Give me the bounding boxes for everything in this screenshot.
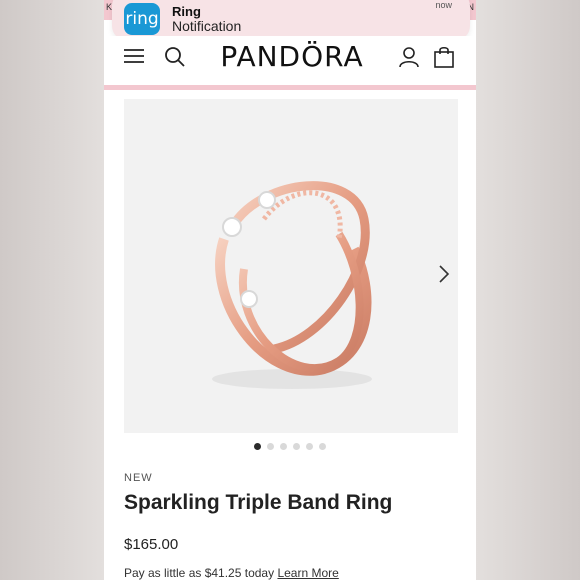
product-price: $165.00: [124, 536, 179, 553]
notification-time: now: [435, 0, 452, 10]
gallery-dot[interactable]: [319, 443, 326, 450]
gallery-dot[interactable]: [293, 443, 300, 450]
installments-prefix: Pay as little as $41.25 today: [124, 566, 275, 580]
new-badge: NEW: [124, 472, 153, 484]
notification-app-name: Ring: [172, 4, 201, 19]
product-title: Sparkling Triple Band Ring: [124, 491, 393, 514]
gallery-dot[interactable]: [267, 443, 274, 450]
ring-image: [212, 181, 372, 389]
gallery-dot[interactable]: [280, 443, 287, 450]
ring-app-icon: ring: [124, 3, 160, 35]
learn-more-link[interactable]: Learn More: [277, 566, 338, 580]
gallery-dot[interactable]: [306, 443, 313, 450]
gallery-pagination: [254, 443, 326, 450]
header-divider: [104, 85, 476, 90]
site-header: PANDÖRA: [104, 36, 476, 82]
pandora-logo[interactable]: PANDÖRA: [212, 40, 372, 73]
bag-icon[interactable]: [434, 46, 454, 73]
ring-app-icon-label: ring: [125, 9, 159, 29]
push-notification[interactable]: ring Ring Notification now: [112, 0, 470, 40]
phone-screen: K N ring Ring Notification now PANDÖRA N…: [104, 0, 476, 580]
chevron-right-icon[interactable]: [438, 264, 450, 289]
background-right: [476, 0, 580, 580]
gallery-dot[interactable]: [254, 443, 261, 450]
notification-message: Notification: [172, 18, 242, 34]
menu-icon[interactable]: [124, 46, 144, 71]
background-left: [0, 0, 104, 580]
product-image-gallery[interactable]: [124, 99, 458, 433]
account-icon[interactable]: [398, 46, 420, 73]
installments-text: Pay as little as $41.25 today Learn More: [124, 566, 339, 580]
search-icon[interactable]: [164, 46, 186, 73]
